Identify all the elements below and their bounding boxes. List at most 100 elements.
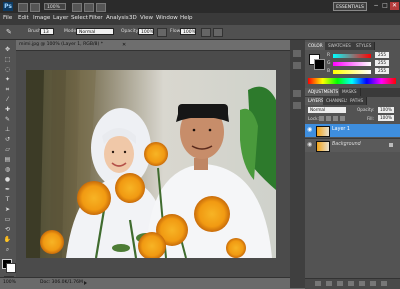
layer-thumbnail xyxy=(316,141,330,152)
fill-input[interactable]: 100% xyxy=(378,115,394,121)
app-logo: Ps xyxy=(3,2,13,11)
menu-layer[interactable]: Layer xyxy=(53,15,68,21)
visibility-eye-icon[interactable]: ◉ xyxy=(307,127,313,133)
tab-color[interactable]: COLOR xyxy=(305,42,327,50)
opacity-pressure-icon[interactable] xyxy=(157,28,167,37)
path-select-tool-icon[interactable]: ➤ xyxy=(3,206,12,213)
canvas[interactable] xyxy=(26,70,276,258)
menu-3d[interactable]: 3D xyxy=(129,15,137,21)
add-mask-icon[interactable] xyxy=(337,281,343,286)
visibility-eye-icon[interactable]: ◉ xyxy=(307,142,313,148)
g-slider[interactable] xyxy=(333,62,371,66)
document-tab[interactable]: mimi.jpg @ 100% (Layer 1, RGB/8) * ✕ xyxy=(16,40,290,51)
menu-select[interactable]: Select xyxy=(71,15,88,21)
arrange-documents-icon[interactable] xyxy=(96,3,106,12)
workspace-switcher[interactable]: ESSENTIALS xyxy=(333,2,367,11)
type-tool-icon[interactable]: T xyxy=(3,196,12,203)
layer-name[interactable]: Layer 1 xyxy=(332,127,350,132)
layer-row-background[interactable]: ◉ Background xyxy=(305,138,400,152)
hand-tool-icon[interactable] xyxy=(72,3,82,12)
blend-mode-select[interactable]: Normal xyxy=(308,107,346,113)
spectrum-bar[interactable] xyxy=(308,78,396,84)
history-panel-icon[interactable] xyxy=(293,50,301,57)
menu-help[interactable]: Help xyxy=(180,15,193,21)
quick-select-tool-icon[interactable]: ✦ xyxy=(3,76,12,83)
shape-tool-icon[interactable]: ▭ xyxy=(3,216,12,223)
menu-analysis[interactable]: Analysis xyxy=(106,15,129,21)
background-color-swatch[interactable] xyxy=(6,263,16,273)
zoom-tool-icon-panel[interactable]: ⌕ xyxy=(3,246,12,253)
brush-size-picker[interactable]: 13 xyxy=(40,28,54,35)
tab-adjustments[interactable]: ADJUSTMENTS xyxy=(305,88,343,96)
flow-input[interactable]: 100% xyxy=(180,28,196,35)
menu-window[interactable]: Window xyxy=(156,15,178,21)
tool-preset-brush-icon[interactable]: ✎ xyxy=(6,28,16,36)
size-pressure-icon[interactable] xyxy=(213,28,223,37)
navigator-panel-icon[interactable] xyxy=(293,90,301,97)
background-color-chip[interactable] xyxy=(314,59,325,70)
close-document-icon[interactable]: ✕ xyxy=(122,42,126,48)
b-value-field[interactable]: 255 xyxy=(375,68,389,74)
layer-style-icon[interactable] xyxy=(326,281,332,286)
r-value-field[interactable]: 255 xyxy=(375,52,389,58)
layer-name[interactable]: Background xyxy=(332,142,361,147)
3d-rotate-tool-icon[interactable]: ⟲ xyxy=(3,226,12,233)
history-brush-tool-icon[interactable]: ↺ xyxy=(3,136,12,143)
lock-all-icon[interactable] xyxy=(340,116,345,121)
link-layers-icon[interactable] xyxy=(315,281,321,286)
minimize-button[interactable]: − xyxy=(372,2,380,10)
eraser-tool-icon[interactable]: ▱ xyxy=(3,146,12,153)
hand-tool-icon-panel[interactable]: ✋ xyxy=(3,236,12,243)
g-value-field[interactable]: 255 xyxy=(375,60,389,66)
r-slider[interactable] xyxy=(333,54,371,58)
b-slider[interactable] xyxy=(333,70,371,74)
adjustment-layer-icon[interactable] xyxy=(348,281,354,286)
crop-tool-icon[interactable]: ⌗ xyxy=(3,86,12,93)
delete-layer-icon[interactable] xyxy=(381,281,387,286)
menu-view[interactable]: View xyxy=(140,15,153,21)
actions-panel-icon[interactable] xyxy=(293,62,301,69)
tab-paths[interactable]: PATHS xyxy=(347,97,368,105)
gradient-tool-icon[interactable]: ▤ xyxy=(3,156,12,163)
menu-file[interactable]: File xyxy=(3,15,12,21)
opacity-label: Opacity: xyxy=(121,29,140,34)
eyedropper-tool-icon[interactable]: ⁄ xyxy=(3,96,12,103)
tab-masks[interactable]: MASKS xyxy=(339,88,361,96)
airbrush-icon[interactable] xyxy=(201,28,211,37)
close-button[interactable]: ✕ xyxy=(390,2,399,10)
pen-tool-icon[interactable]: ✒ xyxy=(3,186,12,193)
menu-edit[interactable]: Edit xyxy=(18,15,29,21)
menu-filter[interactable]: Filter xyxy=(89,15,103,21)
move-tool-icon[interactable]: ✥ xyxy=(3,46,12,53)
status-menu-arrow-icon[interactable] xyxy=(84,281,87,285)
clone-stamp-tool-icon[interactable]: ⊥ xyxy=(3,126,12,133)
bridge-icon[interactable] xyxy=(18,3,28,12)
zoom-level-dropdown[interactable]: 100% xyxy=(44,3,66,10)
marquee-tool-icon[interactable]: ⬚ xyxy=(3,56,12,63)
new-group-icon[interactable] xyxy=(359,281,365,286)
new-layer-icon[interactable] xyxy=(370,281,376,286)
tab-styles[interactable]: STYLES xyxy=(353,42,376,50)
zoom-tool-icon[interactable] xyxy=(84,3,94,12)
healing-brush-tool-icon[interactable]: ✚ xyxy=(3,106,12,113)
menu-image[interactable]: Image xyxy=(33,15,50,21)
lock-transparent-icon[interactable] xyxy=(319,116,324,121)
layer-row-layer-1[interactable]: ◉ Layer 1 xyxy=(305,124,400,137)
tab-swatches[interactable]: SWATCHES xyxy=(325,42,355,50)
lock-image-icon[interactable] xyxy=(326,116,331,121)
opacity-input[interactable]: 100% xyxy=(138,28,154,35)
lasso-tool-icon[interactable]: ◌ xyxy=(3,66,12,73)
info-panel-icon[interactable] xyxy=(293,102,301,109)
maximize-button[interactable]: □ xyxy=(381,2,389,10)
blur-tool-icon[interactable]: ◍ xyxy=(3,166,12,173)
dodge-tool-icon[interactable]: ● xyxy=(3,176,12,183)
status-zoom[interactable]: 100% xyxy=(3,280,16,285)
brush-tool-icon[interactable]: ✎ xyxy=(3,116,12,123)
app-bar: Ps 100% ESSENTIALS − □ ✕ xyxy=(0,0,400,13)
mini-bridge-icon[interactable] xyxy=(30,3,40,12)
mode-select[interactable]: Normal xyxy=(76,28,114,35)
lock-position-icon[interactable] xyxy=(333,116,338,121)
adjustments-panel: ADJUSTMENTS MASKS xyxy=(305,88,400,97)
layer-thumbnail xyxy=(316,126,330,137)
layer-opacity-input[interactable]: 100% xyxy=(378,107,394,113)
